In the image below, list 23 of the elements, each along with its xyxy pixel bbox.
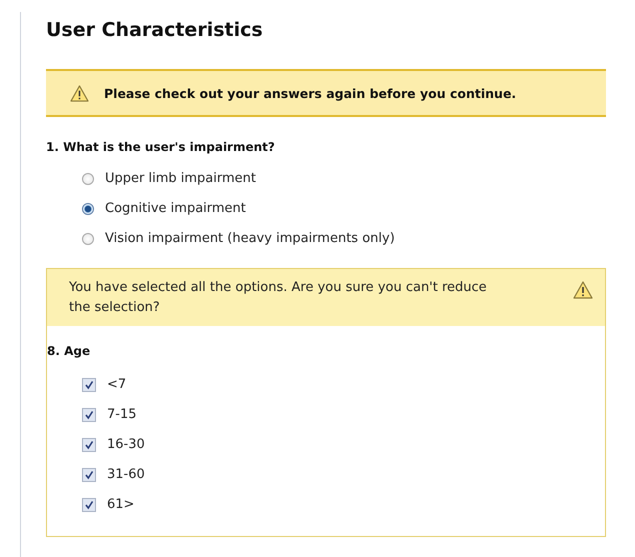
warning-text: You have selected all the options. Are you sure you can't reduce the selection?: [69, 279, 488, 317]
option-label: 16-30: [107, 437, 145, 452]
warning-icon: [573, 281, 593, 299]
option-label: Vision impairment (heavy impairments only): [105, 231, 395, 246]
radio-button[interactable]: [82, 232, 94, 244]
notice-text: Please check out your answers again before you continue.: [104, 86, 516, 100]
option-label: Cognitive impairment: [105, 201, 246, 216]
option-label: 61>: [107, 497, 134, 512]
checkbox[interactable]: [82, 408, 96, 422]
warning-icon: [70, 84, 89, 102]
radio-button[interactable]: [82, 202, 94, 214]
page-title: User Characteristics: [46, 18, 264, 43]
checkbox[interactable]: [82, 378, 96, 392]
checkbox[interactable]: [82, 498, 96, 512]
checkbox[interactable]: [82, 438, 96, 452]
question-label: 8. Age: [47, 344, 92, 358]
option-label: <7: [107, 377, 126, 392]
option-label: 7-15: [107, 407, 137, 422]
checkbox[interactable]: [82, 468, 96, 482]
option-label: 31-60: [107, 467, 145, 482]
option-label: Upper limb impairment: [105, 171, 256, 186]
question-label: 1. What is the user's impairment?: [46, 140, 276, 154]
radio-button[interactable]: [82, 172, 94, 184]
